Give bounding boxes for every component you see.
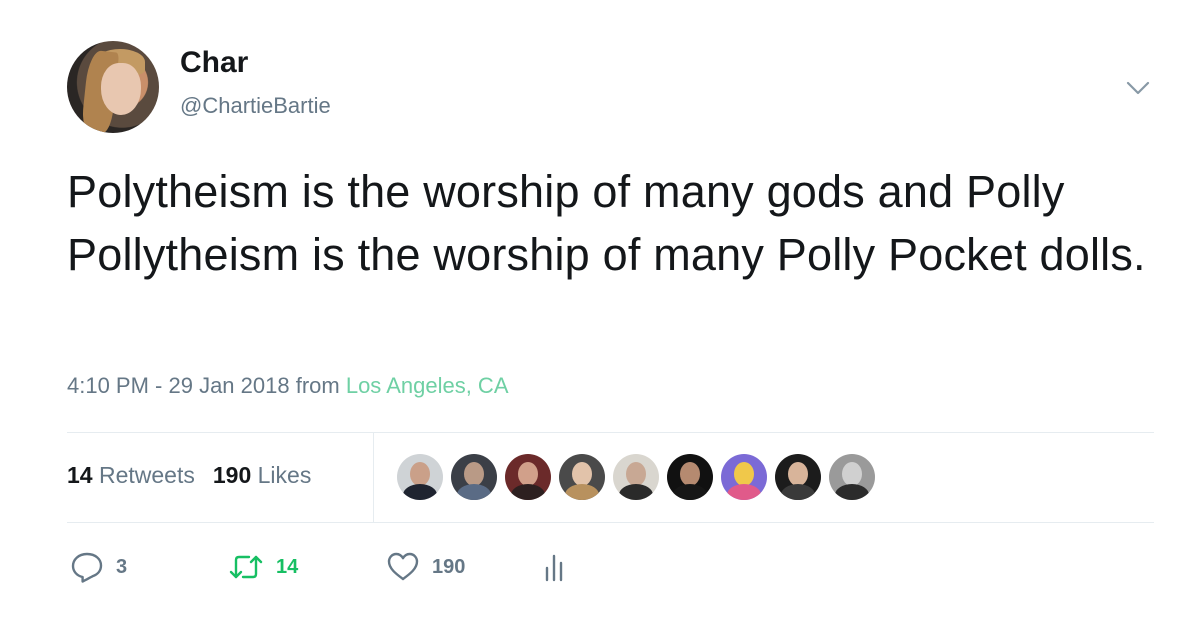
retweet-icon [228, 552, 264, 582]
retweets-stat[interactable]: 14 Retweets [67, 462, 195, 488]
tweet-text: Polytheism is the worship of many gods a… [67, 166, 1146, 280]
tweet-meta: 4:10 PM - 29 Jan 2018 from Los Angeles, … [67, 373, 509, 399]
tweet-location[interactable]: Los Angeles, CA [346, 373, 509, 398]
retweets-label: Retweets [98, 462, 195, 488]
liker-avatar[interactable] [829, 454, 875, 500]
likes-count: 190 [212, 462, 252, 488]
user-handle[interactable]: @ChartieBartie [180, 93, 331, 119]
like-count: 190 [432, 555, 466, 578]
avatar[interactable] [67, 41, 159, 133]
liker-avatar[interactable] [505, 454, 551, 500]
analytics-icon [544, 551, 568, 583]
liker-avatar[interactable] [397, 454, 443, 500]
retweets-count: 14 [67, 462, 93, 488]
chevron-down-icon[interactable] [1126, 78, 1150, 98]
stats-divider [373, 432, 374, 522]
tweet-stats: 14 Retweets 190 Likes [67, 462, 311, 489]
analytics-button[interactable] [544, 550, 568, 584]
tweet-card: Char @ChartieBartie Polytheism is the wo… [0, 0, 1200, 619]
liker-avatar[interactable] [667, 454, 713, 500]
liker-avatars [397, 454, 875, 500]
liker-avatar[interactable] [721, 454, 767, 500]
divider [67, 432, 1154, 433]
likes-stat[interactable]: 190 Likes [213, 462, 311, 488]
retweet-count: 14 [276, 555, 299, 578]
tweet-timestamp[interactable]: 4:10 PM - 29 Jan 2018 from [67, 373, 346, 398]
divider [67, 522, 1154, 523]
liker-avatar[interactable] [559, 454, 605, 500]
liker-avatar[interactable] [451, 454, 497, 500]
retweet-button[interactable]: 14 [228, 550, 298, 584]
liker-avatar[interactable] [775, 454, 821, 500]
reply-count: 3 [116, 555, 128, 578]
display-name[interactable]: Char [180, 46, 248, 80]
reply-icon [70, 551, 104, 583]
heart-icon [386, 551, 420, 583]
liker-avatar[interactable] [613, 454, 659, 500]
likes-label: Likes [257, 462, 312, 488]
like-button[interactable]: 190 [386, 550, 465, 584]
reply-button[interactable]: 3 [70, 550, 127, 584]
